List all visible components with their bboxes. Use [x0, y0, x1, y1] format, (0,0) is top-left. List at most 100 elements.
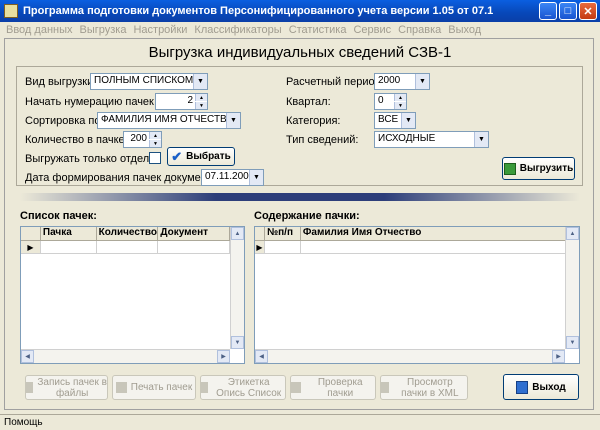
packs-title: Список пачек:: [20, 210, 97, 222]
spin-down-icon[interactable]: ▼: [149, 140, 161, 147]
row-pointer-icon: ▶: [255, 241, 265, 253]
select-button[interactable]: ✔ Выбрать: [167, 147, 235, 166]
print-packs-label: Печать пачек: [130, 382, 193, 393]
xml-icon: [381, 382, 389, 393]
write-files-button[interactable]: Запись пачек в файлы: [25, 375, 108, 400]
checkmark-icon: ✔: [171, 148, 183, 164]
departments-only-label: Выгружать только отделы:: [25, 153, 161, 165]
category-select[interactable]: ВСЕ ▼: [374, 112, 416, 129]
chevron-down-icon[interactable]: ▼: [249, 170, 263, 185]
export-type-select[interactable]: ПОЛНЫМ СПИСКОМ ▼: [90, 73, 208, 90]
contents-table-header: №п/п Фамилия Имя Отчество: [255, 227, 565, 241]
menu-item-classifiers[interactable]: Классификаторы: [194, 24, 281, 36]
period-select[interactable]: 2000 ▼: [374, 73, 430, 90]
scroll-right-icon[interactable]: ▶: [217, 350, 230, 363]
quarter-value: 0: [378, 95, 384, 106]
page-title: Выгрузка индивидуальных сведений СЗВ-1: [148, 44, 452, 61]
sort-value: ФАМИЛИЯ ИМЯ ОТЧЕСТВО: [101, 114, 235, 125]
title-bar: Программа подготовки документов Персониф…: [0, 0, 600, 22]
scroll-down-icon[interactable]: ▼: [231, 336, 244, 349]
minimize-button[interactable]: _: [539, 2, 557, 20]
vertical-scrollbar[interactable]: ▲ ▼: [230, 227, 244, 349]
col-count[interactable]: Количество: [97, 227, 159, 240]
exit-button-label: Выход: [532, 381, 566, 393]
contents-title: Содержание пачки:: [254, 210, 360, 222]
menu-item-statistics[interactable]: Статистика: [289, 24, 347, 36]
check-packs-button[interactable]: Проверка пачки: [290, 375, 376, 400]
quarter-spinner[interactable]: 0 ▲ ▼: [374, 93, 407, 110]
menu-item-service[interactable]: Сервис: [353, 24, 391, 36]
view-xml-button[interactable]: Просмотр пачки в XML: [380, 375, 468, 400]
table-row[interactable]: ▶: [21, 241, 230, 254]
period-label: Расчетный период:: [286, 76, 384, 88]
col-number[interactable]: №п/п: [265, 227, 301, 240]
scroll-left-icon[interactable]: ◀: [255, 350, 268, 363]
chevron-down-icon[interactable]: ▼: [193, 74, 207, 89]
horizontal-scrollbar[interactable]: ◀ ▶: [255, 349, 565, 363]
export-button-label: Выгрузить: [519, 163, 574, 174]
exit-button[interactable]: Выход: [503, 374, 579, 400]
export-button[interactable]: Выгрузить: [502, 157, 575, 180]
chevron-down-icon[interactable]: ▼: [226, 113, 240, 128]
col-pack[interactable]: Пачка: [41, 227, 97, 240]
chevron-down-icon[interactable]: ▼: [415, 74, 429, 89]
printer-icon: [115, 382, 127, 393]
status-bar: Помощь: [0, 414, 600, 430]
check-packs-label: Проверка пачки: [317, 376, 363, 399]
start-numbering-spinner[interactable]: 2 ▲ ▼: [155, 93, 208, 110]
scroll-up-icon[interactable]: ▲: [566, 227, 579, 240]
spin-down-icon[interactable]: ▼: [394, 102, 406, 109]
menu-item-settings[interactable]: Настройки: [133, 24, 187, 36]
scroll-right-icon[interactable]: ▶: [552, 350, 565, 363]
row-pointer-icon: ▶: [21, 241, 41, 253]
scroll-left-icon[interactable]: ◀: [21, 350, 34, 363]
close-button[interactable]: ✕: [579, 2, 597, 20]
packs-table-header: Пачка Количество Документ: [21, 227, 231, 241]
scroll-down-icon[interactable]: ▼: [566, 336, 579, 349]
spin-up-icon[interactable]: ▲: [195, 94, 207, 101]
count-spinner[interactable]: 200 ▲ ▼: [123, 131, 162, 148]
departments-only-checkbox[interactable]: [149, 152, 161, 164]
export-type-value: ПОЛНЫМ СПИСКОМ: [94, 75, 194, 86]
horizontal-scrollbar[interactable]: ◀ ▶: [21, 349, 230, 363]
start-numbering-value: 2: [187, 95, 193, 106]
disk-icon: [26, 382, 34, 393]
chevron-down-icon[interactable]: ▼: [474, 132, 488, 147]
packs-table[interactable]: Пачка Количество Документ ▶ ▲ ▼ ◀ ▶: [20, 226, 245, 364]
vertical-scrollbar[interactable]: ▲ ▼: [565, 227, 579, 349]
spin-down-icon[interactable]: ▼: [195, 102, 207, 109]
maximize-button[interactable]: □: [559, 2, 577, 20]
select-button-label: Выбрать: [186, 151, 231, 162]
export-type-label: Вид выгрузки:: [25, 76, 97, 88]
exit-door-icon: [516, 380, 529, 394]
sort-select[interactable]: ФАМИЛИЯ ИМЯ ОТЧЕСТВО ▼: [97, 112, 241, 129]
info-type-label: Тип сведений:: [286, 134, 359, 146]
sort-label: Сортировка по:: [25, 115, 104, 127]
spin-up-icon[interactable]: ▲: [394, 94, 406, 101]
menu-item-data-entry[interactable]: Ввод данных: [6, 24, 73, 36]
col-full-name[interactable]: Фамилия Имя Отчество: [301, 227, 565, 240]
check-icon: [291, 382, 302, 393]
scroll-up-icon[interactable]: ▲: [231, 227, 244, 240]
spin-up-icon[interactable]: ▲: [149, 132, 161, 139]
info-type-value: ИСХОДНЫЕ: [378, 133, 436, 144]
menu-item-exit[interactable]: Выход: [448, 24, 481, 36]
quarter-label: Квартал:: [286, 96, 331, 108]
write-files-label: Запись пачек в файлы: [37, 376, 107, 399]
label-list-label: Этикетка Опись Список: [216, 376, 282, 399]
contents-table[interactable]: №п/п Фамилия Имя Отчество ▶ ▲ ▼ ◀ ▶: [254, 226, 580, 364]
separator-bar: [20, 193, 580, 201]
menu-item-help[interactable]: Справка: [398, 24, 441, 36]
col-document[interactable]: Документ: [158, 227, 231, 240]
menu-item-export[interactable]: Выгрузка: [80, 24, 127, 36]
window-title: Программа подготовки документов Персониф…: [23, 5, 493, 17]
view-xml-label: Просмотр пачки в XML: [401, 376, 459, 399]
date-label: Дата формирования пачек документов:: [25, 172, 227, 184]
date-picker[interactable]: 07.11.2008 ▼: [201, 169, 264, 186]
chevron-down-icon[interactable]: ▼: [401, 113, 415, 128]
upload-icon: [503, 162, 516, 175]
info-type-select[interactable]: ИСХОДНЫЕ ▼: [374, 131, 489, 148]
label-list-button[interactable]: Этикетка Опись Список: [200, 375, 286, 400]
table-row[interactable]: ▶: [255, 241, 565, 254]
print-packs-button[interactable]: Печать пачек: [112, 375, 196, 400]
